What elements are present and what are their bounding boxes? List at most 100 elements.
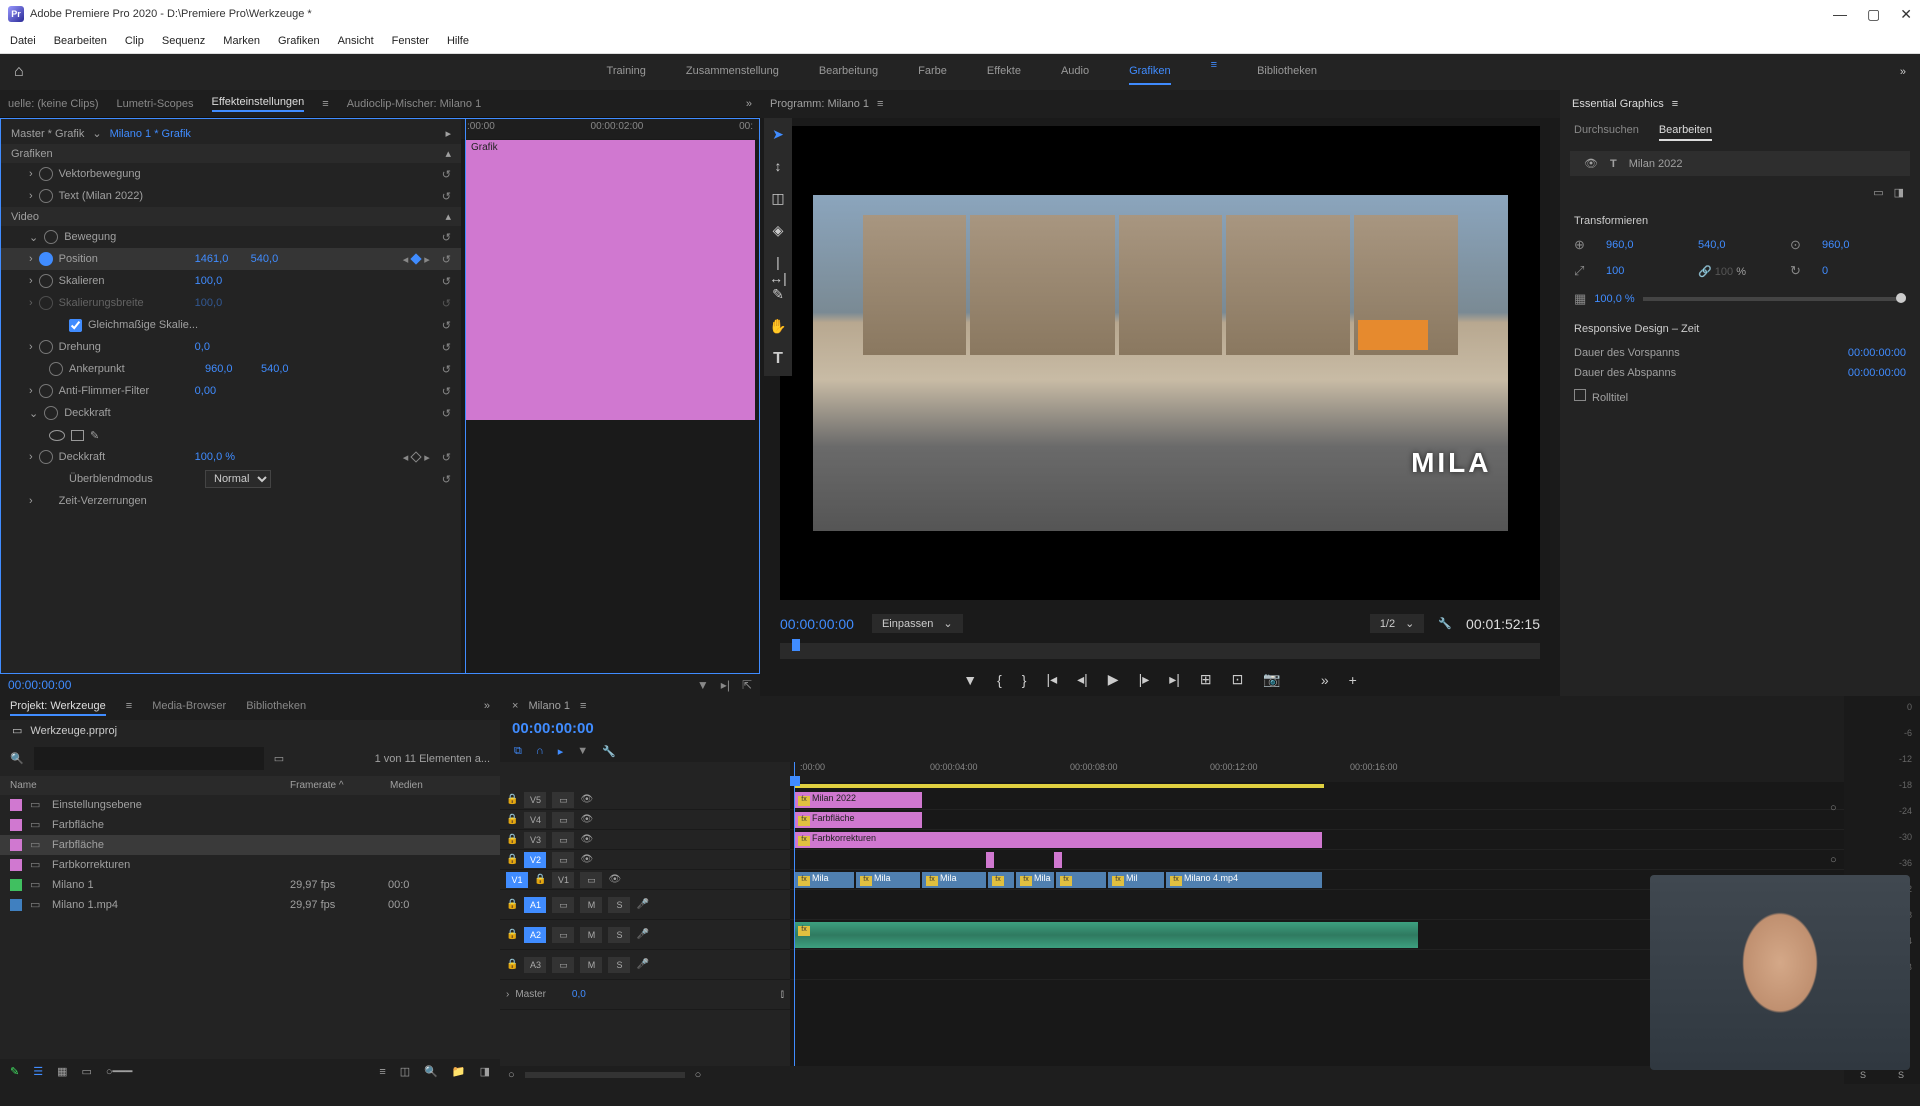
program-scrubber[interactable] [780, 643, 1540, 659]
overflow-icon[interactable]: » [1321, 672, 1329, 688]
panel-menu-icon[interactable]: ≡ [580, 700, 586, 712]
prop-text[interactable]: Text (Milan 2022) [59, 190, 143, 202]
expand-icon[interactable]: › [29, 168, 33, 180]
lock-icon[interactable]: 🔒 [506, 959, 518, 970]
track-toggle[interactable]: ▭ [552, 927, 574, 943]
opacity-value[interactable]: 100,0 % [195, 451, 245, 463]
transition-icon[interactable]: ▸| [721, 678, 730, 692]
clip-audio[interactable]: fx [794, 922, 1418, 948]
label-swatch[interactable] [10, 879, 22, 891]
playhead-line[interactable] [794, 762, 795, 1066]
reset-icon[interactable]: ↺ [442, 231, 451, 244]
clip-v1-3[interactable]: fxMila [922, 872, 986, 888]
crop-icon[interactable]: ◫ [769, 190, 787, 208]
master-value[interactable]: 0,0 [572, 989, 622, 1000]
project-item[interactable]: ▭ Milano 1 29,97 fps 00:0 [0, 875, 500, 895]
work-area-bar[interactable] [794, 784, 1324, 788]
hand-tool-icon[interactable]: ✋ [769, 318, 787, 336]
tab-menu-icon[interactable]: ≡ [322, 98, 328, 110]
scrub-playhead[interactable] [792, 639, 800, 651]
label-swatch[interactable] [10, 859, 22, 871]
mute-button[interactable]: M [580, 957, 602, 973]
mute-button[interactable]: M [580, 897, 602, 913]
overwrite-icon[interactable]: ⊡ [1232, 671, 1244, 688]
filter-icon[interactable]: ▭ [274, 752, 284, 765]
type-tool-icon[interactable]: T [769, 350, 787, 368]
clip-v1-5[interactable]: fxMila [1016, 872, 1054, 888]
tab-menu-icon[interactable]: ≡ [126, 700, 132, 716]
ws-menu-icon[interactable]: ≡ [1211, 59, 1217, 85]
fx-toggle[interactable] [39, 189, 53, 203]
section-grafiken[interactable]: Grafiken [11, 148, 53, 160]
reset-icon[interactable]: ↺ [442, 190, 451, 203]
prev-kf-icon[interactable]: ◂ [403, 253, 409, 266]
antiflicker-value[interactable]: 0,00 [195, 385, 245, 397]
mini-playhead[interactable] [465, 119, 466, 673]
eye-icon[interactable]: 👁 [1584, 157, 1598, 170]
master-clip-label[interactable]: Master * Grafik [11, 128, 84, 140]
mini-clip-bar[interactable]: Grafik [465, 140, 755, 420]
ws-effects[interactable]: Effekte [987, 59, 1021, 85]
track-a3[interactable]: A3 [524, 957, 546, 973]
menu-bearbeiten[interactable]: Bearbeiten [54, 35, 107, 47]
new-folder-icon[interactable]: ▭ [1873, 186, 1883, 199]
resolution-dropdown[interactable]: 1/2⌄ [1370, 614, 1425, 633]
stopwatch-icon[interactable] [39, 450, 53, 464]
collapse-icon[interactable]: ▴ [445, 210, 451, 223]
export-frame-icon[interactable]: 📷 [1263, 671, 1280, 688]
fx-toggle[interactable] [44, 406, 58, 420]
zoom-out-icon[interactable]: ○ [508, 1069, 515, 1081]
current-clip-label[interactable]: Milano 1 * Grafik [110, 128, 191, 140]
track-v3[interactable]: V3 [524, 832, 546, 848]
sequence-name[interactable]: Milano 1 [528, 700, 570, 712]
tab-media-browser[interactable]: Media-Browser [152, 700, 226, 716]
ws-editing[interactable]: Bearbeitung [819, 59, 878, 85]
list-view-icon[interactable]: ☰ [33, 1065, 43, 1078]
track-toggle[interactable]: ▭ [552, 812, 574, 828]
position-y[interactable]: 540,0 [251, 253, 301, 265]
expand-icon[interactable]: › [29, 495, 33, 507]
eg-tab-edit[interactable]: Bearbeiten [1659, 124, 1712, 141]
fit-dropdown[interactable]: Einpassen⌄ [872, 614, 963, 633]
lock-icon[interactable]: 🔒 [506, 814, 518, 825]
track-v1[interactable]: V1 [552, 872, 574, 888]
icon-view-icon[interactable]: ▦ [57, 1065, 67, 1078]
tab-source[interactable]: uelle: (keine Clips) [8, 98, 98, 110]
linked-selection-icon[interactable]: ∩ [536, 745, 544, 758]
lock-icon[interactable]: 🔒 [506, 794, 518, 805]
stopwatch-icon[interactable] [39, 384, 53, 398]
tab-libraries[interactable]: Bibliotheken [246, 700, 306, 716]
clip-milan2022[interactable]: fxMilan 2022 [794, 792, 922, 808]
step-back-icon[interactable]: ◂| [1077, 671, 1088, 688]
track-toggle[interactable]: ▭ [552, 852, 574, 868]
marker-tool-icon[interactable]: ▸ [558, 745, 564, 758]
ws-libraries[interactable]: Bibliotheken [1257, 59, 1317, 85]
expand-icon[interactable]: › [506, 989, 509, 1000]
menu-hilfe[interactable]: Hilfe [447, 35, 469, 47]
scroll-handle[interactable]: ○ [1830, 802, 1840, 814]
add-button-icon[interactable]: + [1349, 672, 1357, 688]
minimize-button[interactable]: — [1833, 6, 1847, 23]
label-swatch[interactable] [10, 819, 22, 831]
panel-menu-icon[interactable]: ≡ [877, 98, 883, 110]
fx-toggle[interactable] [44, 230, 58, 244]
label-swatch[interactable] [10, 839, 22, 851]
clip-v1-1[interactable]: fxMila [794, 872, 854, 888]
reset-icon[interactable]: ↺ [442, 168, 451, 181]
expand-icon[interactable]: › [29, 297, 33, 309]
track-a2[interactable]: A2 [524, 927, 546, 943]
reset-icon[interactable]: ↺ [442, 451, 451, 464]
automate-icon[interactable]: ◫ [400, 1065, 410, 1078]
project-search-input[interactable] [34, 747, 264, 770]
eg-pos-y[interactable]: 540,0 [1698, 239, 1782, 251]
tab-effect-controls[interactable]: Effekteinstellungen [212, 96, 305, 112]
col-fps[interactable]: Framerate ^ [290, 780, 390, 791]
scroll-handle[interactable]: ○ [1830, 854, 1840, 866]
prev-kf-icon[interactable]: ◂ [403, 451, 409, 464]
mic-icon[interactable]: 🎤 [636, 959, 648, 970]
project-item[interactable]: ▭ Milano 1.mp4 29,97 fps 00:0 [0, 895, 500, 915]
ws-audio[interactable]: Audio [1061, 59, 1089, 85]
snap-icon[interactable]: ⧉ [514, 745, 522, 758]
label-swatch[interactable] [10, 799, 22, 811]
project-item[interactable]: ▭ Farbfläche [0, 815, 500, 835]
